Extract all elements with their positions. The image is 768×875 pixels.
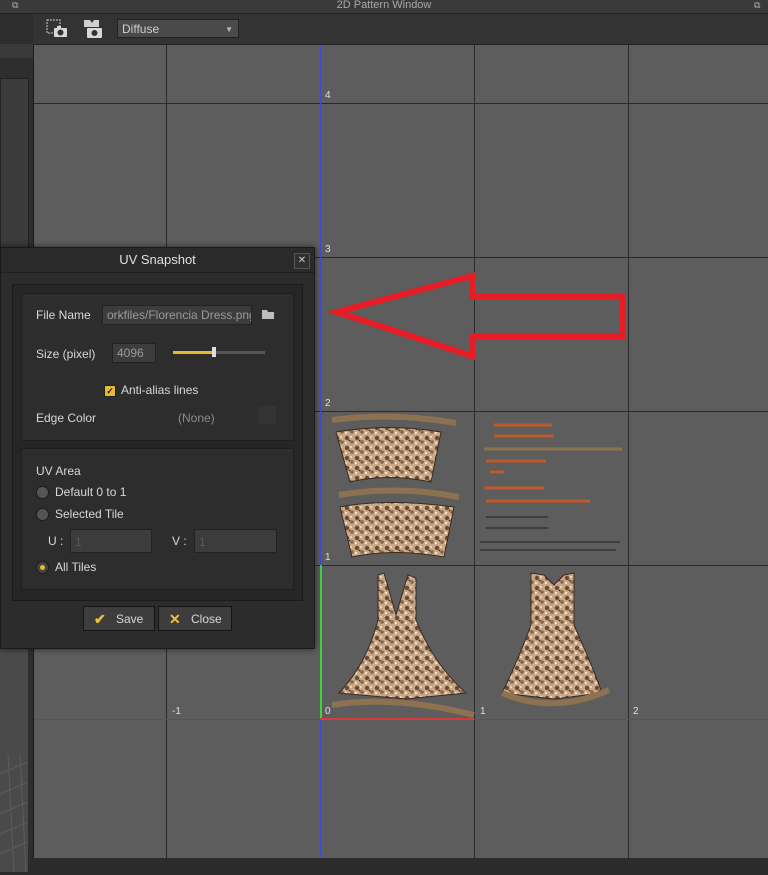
checkmark-icon: ✔ [94, 611, 106, 627]
v-label: V : [172, 534, 187, 548]
radio-default-0-to-1[interactable] [36, 486, 49, 499]
waistband-strip-middle[interactable] [338, 487, 460, 500]
antialias-label: Anti-alias lines [121, 383, 199, 397]
close-button[interactable]: ✕ Close [158, 606, 232, 631]
edge-color-swatch[interactable] [258, 406, 276, 424]
size-slider-fill [173, 351, 215, 354]
skirt-piece-upper[interactable] [335, 427, 442, 483]
radio-all-tiles[interactable] [36, 561, 49, 574]
front-dress-piece[interactable] [337, 572, 468, 700]
selected-tile-option-label: Selected Tile [55, 507, 124, 521]
u-label: U : [48, 534, 64, 548]
edge-color-value: (None) [178, 411, 215, 425]
close-x-icon: ✕ [169, 611, 181, 627]
red-arrow-annotation [326, 272, 626, 361]
file-name-input[interactable]: orkfiles/Florencia Dress.png [102, 305, 252, 325]
snapshot-options-group: File Name orkfiles/Florencia Dress.png S… [21, 293, 294, 441]
dialog-content: File Name orkfiles/Florencia Dress.png S… [12, 284, 303, 601]
waistband-strip-top[interactable] [331, 413, 457, 426]
skirt-piece-lower[interactable] [339, 502, 455, 558]
edge-color-label: Edge Color [36, 411, 97, 425]
size-label: Size (pixel) [36, 347, 96, 361]
floor-grid-graphic [0, 753, 29, 873]
u-input[interactable]: 1 [70, 529, 152, 553]
window-title: 2D Pattern Window [336, 0, 432, 11]
uv-snapshot-camera-icon[interactable] [45, 18, 69, 40]
all-tiles-option-label: All Tiles [55, 560, 97, 574]
undock-icon[interactable]: ⧉ [754, 0, 764, 10]
strap-pieces[interactable] [480, 423, 622, 551]
back-dress-piece[interactable] [501, 572, 603, 700]
dialog-title: UV Snapshot [1, 248, 314, 273]
size-slider-handle[interactable] [212, 347, 217, 357]
channel-select[interactable]: Diffuse ▼ [117, 19, 239, 38]
default-option-label: Default 0 to 1 [55, 485, 127, 499]
window-titlebar: ⧉ 2D Pattern Window ⧉ [0, 0, 768, 14]
hem-strip-front[interactable] [331, 698, 475, 718]
pattern-toolbar: Diffuse ▼ [33, 14, 768, 45]
save-button-label: Save [116, 612, 144, 626]
radio-selected-tile[interactable] [36, 508, 49, 521]
channel-select-value: Diffuse [122, 22, 160, 36]
antialias-checkbox[interactable]: ✓ [104, 385, 116, 397]
save-button[interactable]: ✔ Save [83, 606, 155, 631]
close-button-label: Close [191, 612, 222, 626]
file-name-label: File Name [36, 308, 91, 322]
uv-area-title: UV Area [36, 464, 81, 478]
chevron-down-icon: ▼ [225, 25, 233, 34]
size-input[interactable]: 4096 [112, 343, 156, 363]
v-input[interactable]: 1 [194, 529, 277, 553]
left-panel-3d-view [0, 644, 29, 873]
folder-icon[interactable] [260, 307, 276, 321]
uv-area-group: UV Area Default 0 to 1 Selected Tile U :… [21, 448, 294, 590]
dialog-close-icon[interactable]: ✕ [294, 253, 310, 269]
texture-snapshot-camera-icon[interactable] [81, 18, 105, 40]
uv-snapshot-dialog: UV Snapshot ✕ File Name orkfiles/Florenc… [0, 247, 315, 649]
left-panel-header [0, 44, 33, 58]
size-slider[interactable] [173, 347, 265, 357]
